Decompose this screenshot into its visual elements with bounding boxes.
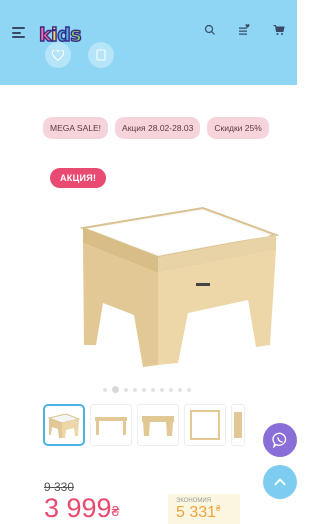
promo-chip[interactable]: MEGA SALE!: [43, 117, 109, 139]
logo-letter: d: [56, 23, 71, 46]
scroll-top-button[interactable]: [263, 465, 297, 499]
pagination-dot[interactable]: [142, 387, 146, 392]
pagination-dot[interactable]: [124, 387, 128, 392]
cart-icon[interactable]: [273, 24, 285, 36]
pagination-dot[interactable]: [187, 387, 191, 392]
current-price: 3 999₴: [44, 493, 119, 523]
top-navigation: kids: [0, 10, 297, 52]
thumbnail-strip: [43, 404, 245, 448]
thumbnail-4[interactable]: [184, 404, 226, 446]
pagination-dot[interactable]: [151, 387, 155, 392]
thumbnail-1[interactable]: [43, 404, 85, 446]
pagination-dot-active[interactable]: [112, 386, 119, 393]
savings-value: 5 331₴: [176, 504, 221, 522]
chevron-up-icon: [274, 478, 286, 486]
currency-symbol: ₴: [111, 503, 120, 519]
thumbnail-2[interactable]: [90, 404, 132, 446]
pagination-dot[interactable]: [178, 387, 182, 392]
viber-icon: [272, 432, 287, 448]
promo-chip[interactable]: Скидки 25%: [207, 117, 269, 139]
logo-letter: s: [70, 23, 83, 46]
promotion-chips: MEGA SALE! Акция 28.02-28.03 Скидки 25%: [43, 117, 269, 139]
savings-amount: 5 331: [176, 504, 217, 521]
search-icon[interactable]: [204, 24, 216, 36]
old-price: 9 330: [44, 480, 75, 494]
pagination-dot[interactable]: [169, 387, 173, 392]
menu-icon[interactable]: [12, 27, 25, 38]
thumbnail-5[interactable]: [231, 404, 245, 446]
product-table-image: [79, 206, 280, 367]
wishlist-list-icon[interactable]: [238, 24, 251, 36]
pagination-dot[interactable]: [103, 387, 107, 392]
pagination-dot[interactable]: [160, 387, 164, 392]
product-image[interactable]: [48, 195, 288, 375]
thumbnail-3[interactable]: [137, 404, 179, 446]
price-value: 3 999: [44, 493, 112, 523]
promo-chip[interactable]: Акция 28.02-28.03: [115, 117, 201, 139]
promo-badge: АКЦИЯ!: [50, 168, 107, 188]
gallery-pagination: [103, 386, 191, 393]
pagination-dot[interactable]: [133, 387, 137, 392]
savings-currency: ₴: [216, 504, 221, 513]
viber-chat-button[interactable]: [263, 423, 297, 457]
kids-logo[interactable]: kids: [38, 18, 83, 46]
logo-letter: k: [38, 23, 52, 46]
